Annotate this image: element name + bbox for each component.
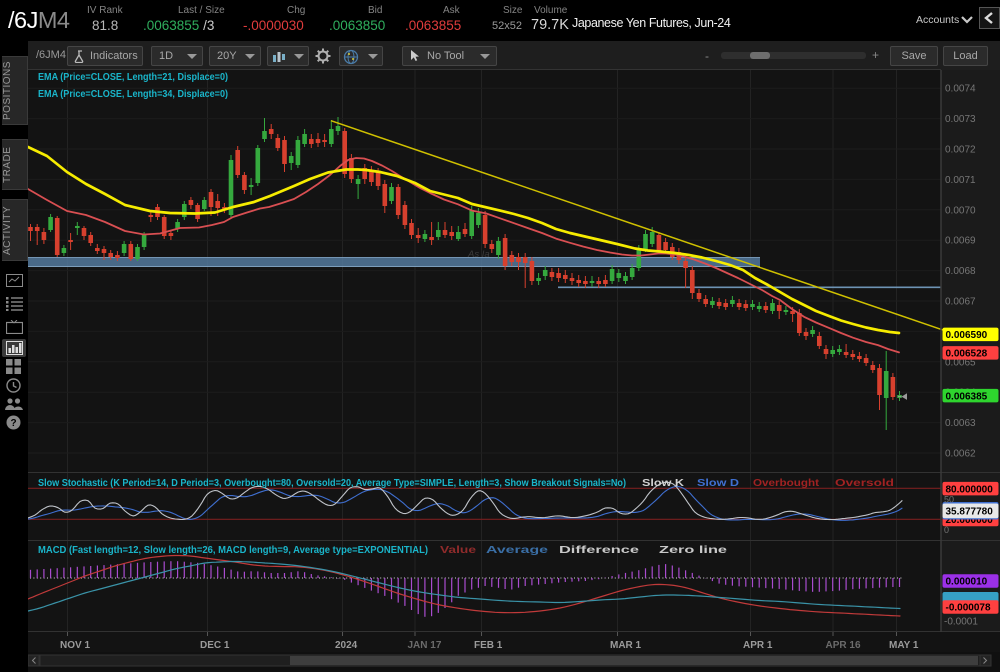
svg-text:?: ? [10, 418, 16, 429]
svg-text:Value: Value [440, 544, 476, 556]
svg-text:0.006385: 0.006385 [946, 391, 988, 402]
svg-text:0.0070: 0.0070 [945, 205, 976, 216]
svg-text:0.0073: 0.0073 [945, 114, 976, 125]
svg-text:2024: 2024 [335, 640, 358, 651]
svg-text:0.000010: 0.000010 [946, 577, 988, 588]
svg-text:0.006528: 0.006528 [946, 349, 988, 360]
svg-text:Zero line: Zero line [659, 544, 727, 556]
svg-text:0.0063: 0.0063 [945, 418, 976, 429]
svg-text:Average: Average [486, 544, 548, 556]
svg-text:0.0062: 0.0062 [945, 449, 976, 460]
svg-text:0.0071: 0.0071 [945, 175, 976, 186]
svg-text:FEB 1: FEB 1 [474, 640, 503, 651]
svg-text:EMA (Price=CLOSE, Length=21, D: EMA (Price=CLOSE, Length=21, Displace=0) [38, 71, 228, 83]
svg-text:APR 16: APR 16 [826, 640, 861, 651]
svg-text:50: 50 [944, 495, 954, 505]
svg-text:0.0074: 0.0074 [945, 84, 976, 95]
svg-text:0: 0 [944, 525, 949, 535]
svg-text:DEC 1: DEC 1 [200, 640, 230, 651]
svg-text:Slow D: Slow D [697, 477, 739, 489]
svg-text:0.0067: 0.0067 [945, 297, 976, 308]
svg-text:0.0072: 0.0072 [945, 145, 976, 156]
svg-text:NOV 1: NOV 1 [60, 640, 90, 651]
svg-text:Slow K: Slow K [642, 477, 684, 489]
svg-text:-0.000078: -0.000078 [946, 603, 991, 614]
svg-text:0.0069: 0.0069 [945, 236, 976, 247]
svg-text:0.0068: 0.0068 [945, 266, 976, 277]
svg-text:Difference: Difference [559, 544, 639, 556]
svg-text:Slow Stochastic (K Period=14,: Slow Stochastic (K Period=14, D Period=3… [38, 478, 626, 489]
svg-text:Oversold: Oversold [835, 477, 894, 489]
svg-text:35.877780: 35.877780 [946, 507, 994, 518]
svg-text:MACD (Fast length=12, Slow len: MACD (Fast length=12, Slow length=26, MA… [38, 545, 428, 556]
svg-text:MAR 1: MAR 1 [610, 640, 642, 651]
svg-text:JAN 17: JAN 17 [408, 640, 442, 651]
svg-text:Overbought: Overbought [753, 477, 820, 489]
svg-text:APR 1: APR 1 [743, 640, 773, 651]
svg-text:0.006590: 0.006590 [946, 330, 988, 341]
svg-text:MAY 1: MAY 1 [889, 640, 919, 651]
svg-text:EMA (Price=CLOSE, Length=34, D: EMA (Price=CLOSE, Length=34, Displace=0) [38, 88, 228, 100]
svg-text:-0.0001: -0.0001 [944, 617, 978, 628]
